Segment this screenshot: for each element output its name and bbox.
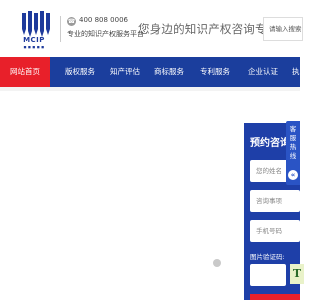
main-nav: 网站首页 版权服务 知产评估 商标服务 专利服务 企业认证 执 [0,57,300,87]
hotline-number: 400 808 0006 [79,16,128,24]
nav-item-copyright[interactable]: 版权服务 [65,57,95,87]
carousel-dot[interactable] [213,259,221,267]
phone-field[interactable]: 手机号码 [250,220,300,242]
nav-item-more[interactable]: 执 [292,57,300,87]
service-hotline-label: 客服热线 [289,125,297,160]
logo-subtext: ■ ■ ■ ■ ■ [23,45,45,49]
nav-item-certification[interactable]: 企业认证 [248,57,278,87]
chevron-left-icon[interactable]: « [288,170,298,180]
submit-button[interactable] [250,294,300,300]
logo-text: MCIP [23,36,45,44]
captcha-input[interactable] [250,264,286,286]
slogan: 您身边的知识产权咨询专家! [138,22,284,36]
topic-field[interactable]: 咨询事项 [250,190,300,212]
consult-title: 预约咨询 [250,138,290,149]
nav-item-ip-valuation[interactable]: 知产评估 [110,57,140,87]
search-input[interactable]: 请输入搜索内 [263,17,303,41]
captcha-image[interactable]: T [290,264,304,284]
banner-top-strip [0,87,300,91]
nav-item-patent[interactable]: 专利服务 [200,57,230,87]
tagline: 专业的知识产权服务平台 [67,30,144,38]
header-divider [60,16,61,42]
nav-item-home[interactable]: 网站首页 [0,57,50,87]
captcha-label: 图片验证码: [250,253,285,261]
phone-icon: ☎ [67,17,76,26]
nav-item-trademark[interactable]: 商标服务 [154,57,184,87]
